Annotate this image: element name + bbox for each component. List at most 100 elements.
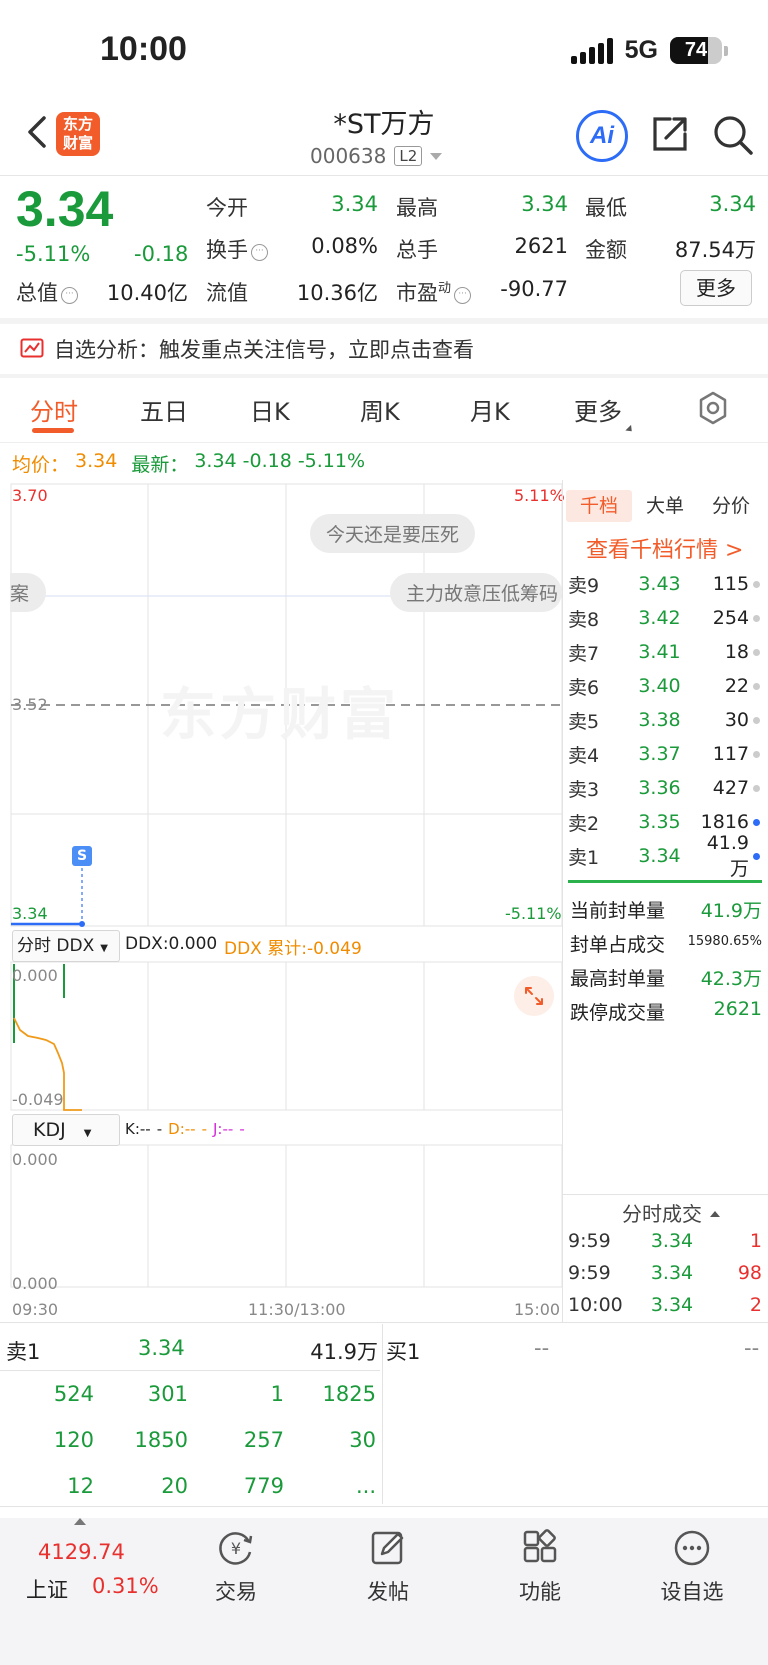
- more-circle-icon: [674, 1530, 710, 1566]
- ask-price: 3.34: [638, 845, 681, 867]
- current-price: 3.34: [16, 181, 114, 237]
- pe-value: -90.77: [500, 277, 568, 301]
- y-axis-mid: 3.52: [12, 695, 48, 714]
- seal-stat: 当前封单量 41.9万: [570, 900, 762, 922]
- ask-volume: 22: [724, 675, 750, 697]
- ask-row[interactable]: 卖6 3.40 22: [568, 670, 760, 702]
- dropdown-icon: [430, 152, 443, 160]
- stock-code-selector[interactable]: 000638 L2: [310, 144, 443, 168]
- ask-row[interactable]: 卖5 3.38 30: [568, 704, 760, 736]
- kdj-axis-bottom: 0.000: [12, 1274, 58, 1293]
- ask-row[interactable]: 卖8 3.42 254: [568, 602, 760, 634]
- index-percent[interactable]: 0.31%: [92, 1574, 159, 1598]
- ask-level: 卖8: [568, 608, 600, 631]
- nav-functions[interactable]: 功能: [480, 1528, 600, 1606]
- trade-row: 9:59 3.34 1: [568, 1230, 762, 1252]
- ai-assistant-button[interactable]: Ai: [576, 110, 628, 162]
- tab-daily-k[interactable]: 日K: [250, 392, 290, 427]
- ask-volume: 30: [724, 709, 750, 731]
- status-icons: 5G 74: [570, 36, 728, 65]
- kdj-selector[interactable]: KDJ ▼: [12, 1114, 120, 1146]
- queue-cell: ...: [355, 1474, 376, 1498]
- queue-cell: 1850: [134, 1428, 188, 1452]
- nav-post[interactable]: 发帖: [328, 1528, 448, 1606]
- turnover-value: 0.08%: [311, 234, 378, 258]
- ask-level: 卖6: [568, 676, 600, 699]
- back-icon[interactable]: [22, 112, 52, 152]
- view-levels-link[interactable]: 查看千档行情 >: [586, 532, 743, 564]
- mktcap-label[interactable]: 总值 ···: [16, 277, 78, 307]
- tab-monthly-k[interactable]: 月K: [470, 392, 510, 427]
- search-icon[interactable]: [712, 114, 754, 156]
- pe-label[interactable]: 市盈动 ···: [396, 277, 472, 307]
- expand-icon: [525, 987, 543, 1005]
- time-axis-start: 09:30: [12, 1300, 59, 1319]
- comment-bubble[interactable]: 案: [10, 573, 46, 612]
- stock-code: 000638: [310, 144, 387, 168]
- trade-icon: ¥: [219, 1532, 253, 1565]
- info-icon: ···: [251, 244, 268, 261]
- expand-chart-button[interactable]: [514, 976, 554, 1016]
- tab-thousand-levels[interactable]: 千档: [566, 490, 632, 522]
- low-label: 最低: [585, 196, 627, 220]
- ask-row[interactable]: 卖9 3.43 115: [568, 568, 760, 600]
- ask-volume: 427: [712, 777, 750, 799]
- bid1-price: --: [534, 1336, 550, 1360]
- analysis-banner[interactable]: 自选分析：触发重点关注信号，立即点击查看: [20, 334, 474, 364]
- high-label: 最高: [396, 196, 438, 220]
- battery-icon: 74: [670, 37, 728, 64]
- volume-label: 总手: [396, 238, 438, 262]
- ask-level: 卖1: [568, 846, 600, 869]
- ask-volume: 117: [712, 743, 750, 765]
- order-dot-icon: [753, 580, 760, 588]
- comment-bubble-clip: 主力故意压低筹码: [390, 573, 562, 612]
- tab-price-dist[interactable]: 分价: [698, 490, 764, 522]
- order-dot-icon: [753, 648, 760, 656]
- tab-weekly-k[interactable]: 周K: [360, 392, 400, 427]
- index-name[interactable]: 上证: [26, 1574, 68, 1604]
- comment-bubble[interactable]: 主力故意压低筹码: [390, 573, 562, 612]
- tab-intraday[interactable]: 分时: [30, 392, 78, 427]
- ask-price: 3.35: [638, 811, 681, 833]
- ask-volume: 115: [712, 573, 750, 595]
- ddx-selector[interactable]: 分时 DDX ▼: [12, 930, 120, 962]
- tab-more[interactable]: 更多: [574, 392, 635, 435]
- time-axis-mid: 11:30/13:00: [248, 1300, 346, 1319]
- order-dot-icon: [753, 784, 760, 792]
- ask-row[interactable]: 卖1 3.34 41.9万: [568, 832, 760, 880]
- pct-axis-bottom: -5.11%: [505, 904, 562, 923]
- svg-text:¥: ¥: [231, 1539, 241, 1558]
- status-time: 10:00: [100, 30, 187, 68]
- chart-icon: [20, 338, 44, 358]
- queue-cell: 779: [243, 1474, 284, 1498]
- nav-trade[interactable]: ¥ 交易: [176, 1528, 296, 1606]
- queue-cell: 257: [243, 1428, 284, 1452]
- pct-axis-top: 5.11%: [514, 486, 565, 505]
- more-quote-button[interactable]: 更多: [680, 270, 752, 306]
- ask-row[interactable]: 卖4 3.37 117: [568, 738, 760, 770]
- queue-cell: 30: [349, 1428, 376, 1452]
- ask-level: 卖7: [568, 642, 600, 665]
- y-axis-bottom: 3.34: [12, 904, 48, 923]
- turnover-label[interactable]: 换手 ···: [206, 234, 268, 264]
- ask1-volume: 41.9万: [310, 1340, 378, 1364]
- ddx-value: DDX:0.000: [125, 934, 218, 954]
- trades-header[interactable]: 分时成交: [622, 1198, 720, 1227]
- nav-add-watchlist[interactable]: 设自选: [632, 1528, 752, 1606]
- ask-price: 3.40: [638, 675, 681, 697]
- order-dot-icon: [753, 818, 760, 826]
- volume-value: 2621: [514, 234, 568, 258]
- share-icon[interactable]: [650, 114, 690, 154]
- queue-cell: 1: [270, 1382, 284, 1406]
- ask-volume: 41.9万: [706, 831, 750, 880]
- comment-bubble[interactable]: 今天还是要压死: [310, 514, 476, 553]
- tab-big-orders[interactable]: 大单: [632, 490, 698, 522]
- ask-row[interactable]: 卖3 3.36 427: [568, 772, 760, 804]
- signal-marker[interactable]: S: [72, 846, 92, 866]
- index-value[interactable]: 4129.74: [38, 1540, 125, 1564]
- trade-row: 10:00 3.34 2: [568, 1294, 762, 1316]
- gear-icon[interactable]: [696, 391, 730, 425]
- ask-row[interactable]: 卖7 3.41 18: [568, 636, 760, 668]
- tab-five-day[interactable]: 五日: [140, 392, 188, 427]
- ddx-axis-bottom: -0.049: [12, 1090, 64, 1109]
